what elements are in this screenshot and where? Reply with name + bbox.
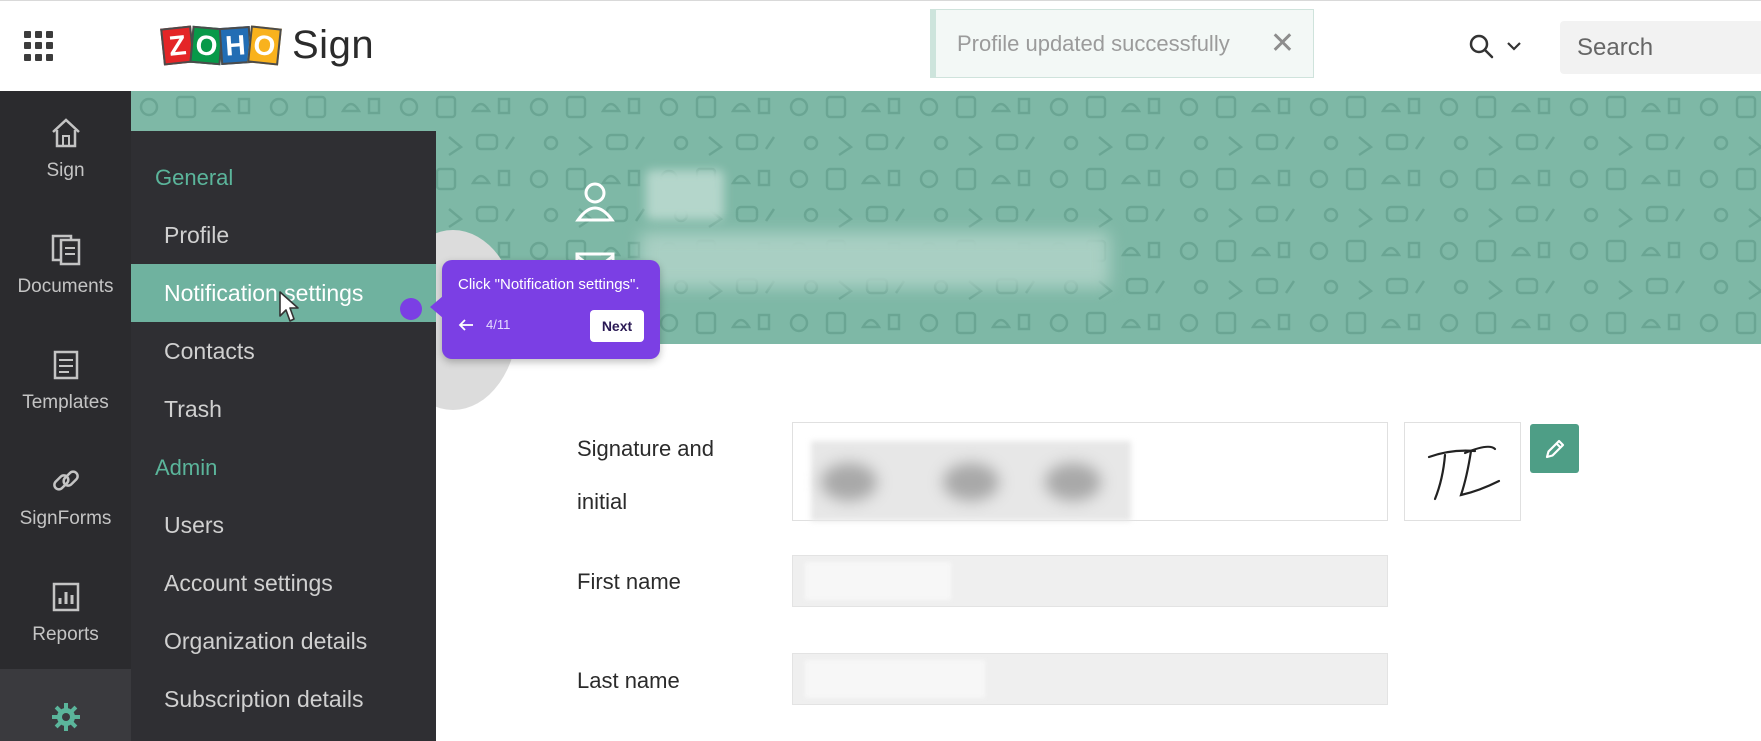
submenu-item-subscription-details[interactable]: Subscription details [131,670,436,728]
profile-email-redacted [640,232,1110,288]
signature-box[interactable] [792,422,1388,521]
signature-label-line1: Signature and [577,436,714,461]
first-name-label: First name [577,569,681,594]
profile-name-redacted [646,170,724,220]
search-box[interactable] [1560,21,1761,74]
first-name-redacted [805,562,951,600]
initial-box[interactable]: TJ [1305,310,1521,521]
tour-step-counter: 4/11 [486,317,511,332]
rail-label: Templates [22,392,109,413]
zoho-sign-logo[interactable]: Z O H O Sign [160,23,375,68]
templates-icon [53,350,78,380]
link-icon [52,470,79,491]
close-icon[interactable]: ✕ [1270,29,1295,59]
signature-label-line2: initial [577,489,628,514]
signature-redacted [811,441,1131,521]
settings-submenu: General Profile Notification settings Co… [131,131,436,741]
gear-icon [51,703,80,731]
rail-label: Reports [32,624,99,645]
mouse-cursor-icon [279,291,299,322]
pencil-icon [1545,439,1564,458]
search-icon[interactable] [1468,33,1494,59]
rail-label: Sign [46,160,85,181]
last-name-label: Last name [577,668,680,693]
submenu-item-trash[interactable]: Trash [131,380,436,438]
documents-icon [51,234,80,266]
tour-next-button[interactable]: Next [590,310,644,342]
zoho-sign-app: Z O H O Sign Profile updated successfull… [0,0,1761,741]
initial-signature: TJ [1305,310,1501,501]
search-input[interactable] [1560,21,1761,74]
left-rail: Sign Documents Templates SignForms Repor… [0,91,131,741]
rail-label: Documents [17,276,114,297]
section-heading-general: General [155,165,234,190]
submenu-item-profile[interactable]: Profile [131,206,436,264]
person-icon [575,182,615,222]
rail-item-documents[interactable]: Documents [0,207,131,323]
top-header: Z O H O Sign Profile updated successfull… [0,0,1761,91]
zoho-logo-blocks: Z O H O [160,25,282,66]
app-launcher-icon[interactable] [24,31,54,61]
home-icon [51,118,80,148]
rail-item-reports[interactable]: Reports [0,555,131,671]
rail-item-settings[interactable] [0,669,131,741]
tour-tooltip: Click "Notification settings". 4/11 Next [430,260,660,359]
arrow-left-icon[interactable] [458,318,474,332]
last-name-field[interactable] [792,653,1388,705]
tour-instruction: Click "Notification settings". [458,276,640,293]
submenu-item-account-settings[interactable]: Account settings [131,554,436,612]
section-heading-admin: Admin [155,455,218,480]
chevron-down-icon[interactable] [1506,39,1522,53]
last-name-redacted [805,660,985,698]
tour-hotspot[interactable] [400,298,422,320]
app-name: Sign [292,23,375,67]
toast-message: Profile updated successfully [957,30,1230,56]
success-toast: Profile updated successfully ✕ [930,9,1314,78]
reports-icon [52,582,79,612]
logo-letter: O [247,25,282,66]
first-name-field[interactable] [792,555,1388,607]
edit-signature-button[interactable] [1530,424,1579,473]
submenu-item-organization-details[interactable]: Organization details [131,612,436,670]
rail-item-templates[interactable]: Templates [0,323,131,439]
submenu-item-users[interactable]: Users [131,496,436,554]
rail-label: SignForms [19,508,112,529]
submenu-item-contacts[interactable]: Contacts [131,322,436,380]
rail-item-signforms[interactable]: SignForms [0,439,131,555]
rail-item-sign[interactable]: Sign [0,91,131,207]
